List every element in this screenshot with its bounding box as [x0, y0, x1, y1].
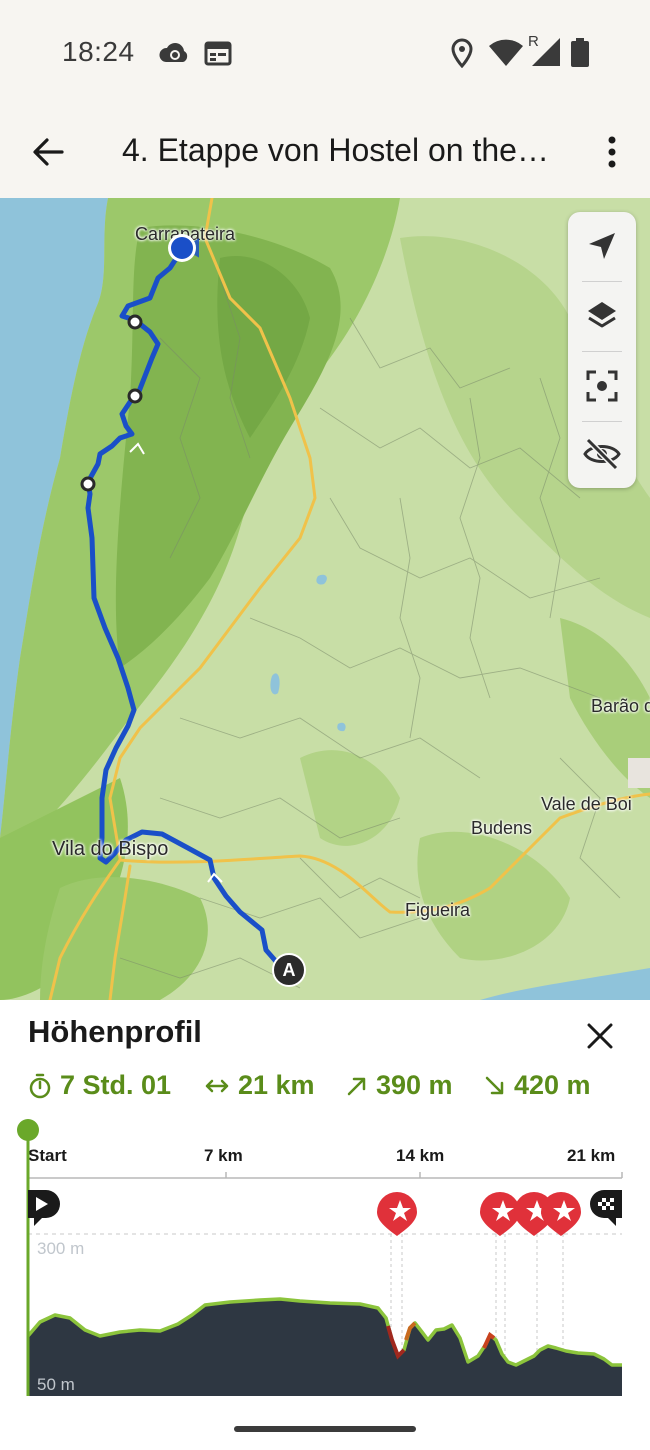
route-start-marker[interactable]: A: [272, 953, 306, 987]
ascent-arrow-icon: [346, 1075, 368, 1097]
elevation-sheet: Höhenprofil 7 Std. 01 21 km 390 m 420 m …: [0, 1000, 650, 1450]
tour-stats: 7 Std. 01 21 km 390 m 420 m: [28, 1070, 628, 1110]
more-vert-icon: [608, 136, 616, 168]
status-bar: 18:24 R: [0, 0, 650, 100]
map-label-figueira: Figueira: [405, 900, 471, 920]
navigate-button[interactable]: [568, 212, 636, 280]
map-label-vila-do-bispo: Vila do Bispo: [52, 838, 169, 860]
page-title: 4. Etappe von Hostel on the…: [122, 132, 549, 168]
map-canvas: [0, 198, 650, 1000]
arrow-back-icon: [33, 138, 64, 166]
elevation-profile[interactable]: 300 m 50 m: [0, 1118, 650, 1400]
close-button[interactable]: [578, 1014, 622, 1058]
location-icon: [450, 38, 474, 73]
status-time: 18:24: [62, 36, 135, 67]
layers-icon: [588, 302, 616, 328]
sheet-title: Höhenprofil: [28, 1014, 202, 1049]
home-indicator[interactable]: [234, 1426, 416, 1432]
distance-arrows-icon: [204, 1076, 230, 1096]
star-icon[interactable]: [480, 1192, 520, 1236]
map-view[interactable]: Carrapateira Vila do Bispo Budens Figuei…: [0, 198, 650, 1000]
navigation-arrow-icon: [589, 233, 615, 259]
wifi-icon: [488, 38, 524, 73]
stat-distance-value: 21 km: [238, 1070, 315, 1100]
focus-route-icon: [586, 370, 618, 402]
position-handle[interactable]: [17, 1119, 39, 1141]
stat-distance: 21 km: [204, 1070, 315, 1101]
visibility-off-icon: [583, 437, 621, 471]
current-location-marker: [165, 231, 205, 265]
map-label-budens: Budens: [471, 818, 533, 838]
y-label-300: 300 m: [37, 1239, 84, 1258]
star-icon[interactable]: [377, 1192, 417, 1236]
app-bar: 4. Etappe von Hostel on the…: [0, 100, 650, 198]
map-label-barao: Barão d: [591, 696, 650, 716]
signal-roaming-icon: R: [528, 32, 562, 73]
more-options-button[interactable]: [590, 126, 634, 178]
battery-icon: [570, 38, 590, 73]
back-button[interactable]: [22, 126, 74, 178]
calendar-icon: [204, 40, 232, 71]
descent-arrow-icon: [484, 1075, 506, 1097]
close-icon: [587, 1023, 613, 1049]
cloud-sync-icon: [158, 38, 190, 73]
toggle-visibility-button[interactable]: [568, 420, 636, 488]
stat-ascent-value: 390 m: [376, 1070, 453, 1100]
layers-button[interactable]: [568, 282, 636, 350]
stat-duration-value: 7 Std. 01: [60, 1070, 172, 1100]
map-label-vale-de-boi: Vale de Boi: [541, 794, 632, 814]
star-icon[interactable]: [541, 1192, 581, 1236]
stat-ascent: 390 m: [346, 1070, 453, 1101]
map-controls: [568, 212, 636, 488]
stat-descent-value: 420 m: [514, 1070, 591, 1100]
svg-text:R: R: [528, 33, 539, 50]
stopwatch-icon: [28, 1073, 52, 1099]
play-icon: [28, 1190, 60, 1226]
finish-flag-icon: [590, 1190, 622, 1226]
y-label-50: 50 m: [37, 1375, 75, 1394]
stat-duration: 7 Std. 01: [28, 1070, 171, 1101]
stat-descent: 420 m: [484, 1070, 591, 1101]
focus-route-button[interactable]: [568, 352, 636, 420]
